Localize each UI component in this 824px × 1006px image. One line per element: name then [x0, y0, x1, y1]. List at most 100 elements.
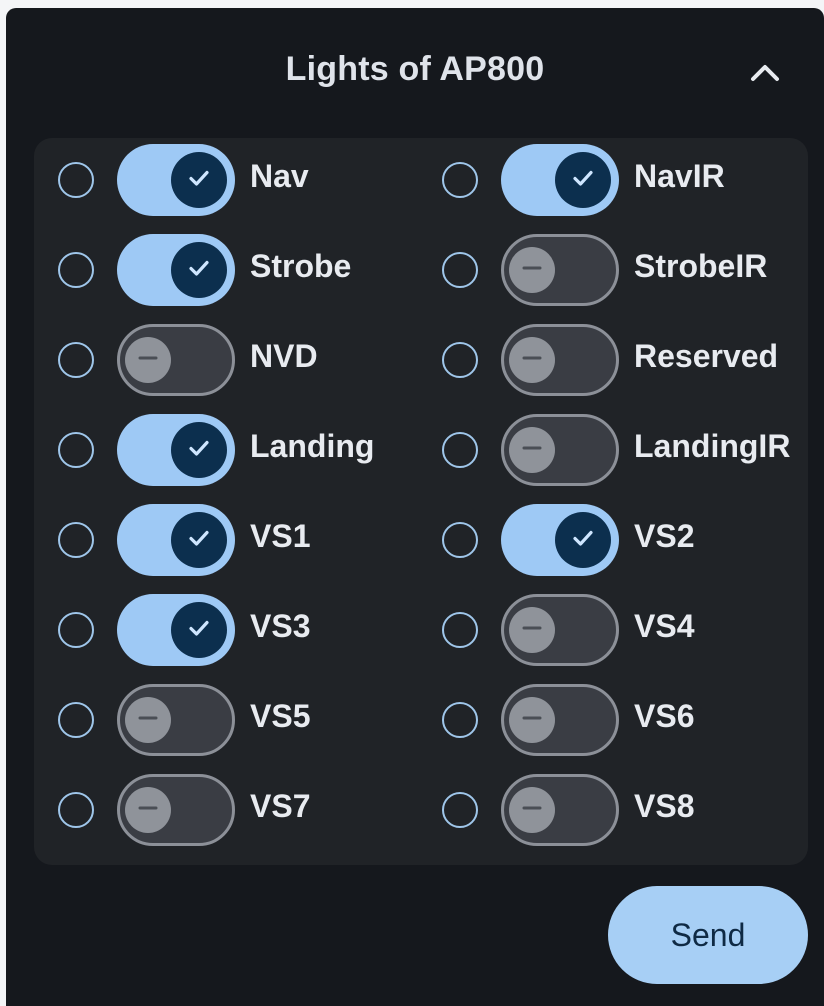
- light-label: Landing: [250, 428, 375, 464]
- light-select-radio[interactable]: [442, 792, 478, 828]
- light-toggle-strobe[interactable]: [117, 234, 235, 306]
- toggle-knob: [171, 152, 227, 208]
- toggle-knob: [171, 242, 227, 298]
- light-toggle-vs1[interactable]: [117, 504, 235, 576]
- light-select-radio[interactable]: [442, 702, 478, 738]
- check-icon: [184, 253, 214, 288]
- light-toggle-vs4[interactable]: [501, 594, 619, 666]
- panel-header: Lights of AP800: [6, 8, 824, 140]
- light-label: VS6: [634, 698, 695, 734]
- toggle-knob: [171, 602, 227, 658]
- light-label: Nav: [250, 158, 309, 194]
- light-select-radio[interactable]: [442, 252, 478, 288]
- toggle-knob: [509, 607, 555, 653]
- light-label: StrobeIR: [634, 248, 768, 284]
- light-item-vs5: VS5: [34, 682, 414, 762]
- light-label: NVD: [250, 338, 318, 374]
- toggle-knob: [509, 787, 555, 833]
- light-label: Reserved: [634, 338, 779, 374]
- check-icon: [184, 163, 214, 198]
- check-icon: [184, 433, 214, 468]
- light-select-radio[interactable]: [442, 432, 478, 468]
- light-select-radio[interactable]: [58, 162, 94, 198]
- light-label: VS3: [250, 608, 311, 644]
- toggle-knob: [171, 512, 227, 568]
- light-label: VS7: [250, 788, 311, 824]
- minus-icon: [519, 705, 545, 736]
- toggle-knob: [509, 427, 555, 473]
- light-select-radio[interactable]: [442, 342, 478, 378]
- minus-icon: [135, 705, 161, 736]
- light-toggle-navir[interactable]: [501, 144, 619, 216]
- light-label: VS2: [634, 518, 695, 554]
- light-label: VS1: [250, 518, 311, 554]
- light-item-vs2: VS2: [418, 502, 798, 582]
- light-toggle-vs6[interactable]: [501, 684, 619, 756]
- light-item-vs7: VS7: [34, 772, 414, 852]
- light-item-reserved: Reserved: [418, 322, 798, 402]
- light-item-vs4: VS4: [418, 592, 798, 672]
- toggle-knob: [555, 152, 611, 208]
- light-toggle-nav[interactable]: [117, 144, 235, 216]
- toggle-knob: [125, 787, 171, 833]
- send-button[interactable]: Send: [608, 886, 808, 984]
- light-toggle-strobeir[interactable]: [501, 234, 619, 306]
- collapse-chevron-up-icon[interactable]: [748, 60, 782, 84]
- toggle-knob: [555, 512, 611, 568]
- light-select-radio[interactable]: [442, 522, 478, 558]
- light-toggle-vs8[interactable]: [501, 774, 619, 846]
- light-toggle-vs7[interactable]: [117, 774, 235, 846]
- light-select-radio[interactable]: [58, 342, 94, 378]
- toggle-knob: [509, 247, 555, 293]
- minus-icon: [519, 435, 545, 466]
- light-toggle-vs3[interactable]: [117, 594, 235, 666]
- light-select-radio[interactable]: [58, 702, 94, 738]
- light-select-radio[interactable]: [58, 792, 94, 828]
- light-item-nav: Nav: [34, 142, 414, 222]
- toggle-knob: [125, 697, 171, 743]
- minus-icon: [519, 795, 545, 826]
- toggle-knob: [509, 697, 555, 743]
- light-item-vs6: VS6: [418, 682, 798, 762]
- light-toggle-nvd[interactable]: [117, 324, 235, 396]
- light-select-radio[interactable]: [442, 612, 478, 648]
- minus-icon: [135, 345, 161, 376]
- check-icon: [568, 163, 598, 198]
- light-select-radio[interactable]: [58, 252, 94, 288]
- minus-icon: [519, 255, 545, 286]
- light-label: VS8: [634, 788, 695, 824]
- light-item-strobe: Strobe: [34, 232, 414, 312]
- toggle-knob: [125, 337, 171, 383]
- light-item-vs8: VS8: [418, 772, 798, 852]
- light-select-radio[interactable]: [58, 432, 94, 468]
- check-icon: [568, 523, 598, 558]
- light-toggle-vs5[interactable]: [117, 684, 235, 756]
- light-toggle-reserved[interactable]: [501, 324, 619, 396]
- light-item-strobeir: StrobeIR: [418, 232, 798, 312]
- light-toggle-landing[interactable]: [117, 414, 235, 486]
- light-select-radio[interactable]: [58, 612, 94, 648]
- light-label: LandingIR: [634, 428, 791, 464]
- light-select-radio[interactable]: [442, 162, 478, 198]
- toggle-knob: [171, 422, 227, 478]
- light-item-vs1: VS1: [34, 502, 414, 582]
- light-item-vs3: VS3: [34, 592, 414, 672]
- light-item-navir: NavIR: [418, 142, 798, 222]
- light-item-landingir: LandingIR: [418, 412, 798, 492]
- light-label: Strobe: [250, 248, 352, 284]
- light-label: VS5: [250, 698, 311, 734]
- light-item-nvd: NVD: [34, 322, 414, 402]
- minus-icon: [135, 795, 161, 826]
- lights-panel: Lights of AP800 Nav NavIR Strobe StrobeIR NV…: [6, 8, 824, 1006]
- minus-icon: [519, 615, 545, 646]
- light-select-radio[interactable]: [58, 522, 94, 558]
- light-toggle-landingir[interactable]: [501, 414, 619, 486]
- lights-grid: Nav NavIR Strobe StrobeIR NVD Reserved Landing…: [34, 138, 808, 865]
- check-icon: [184, 523, 214, 558]
- light-label: VS4: [634, 608, 695, 644]
- light-label: NavIR: [634, 158, 725, 194]
- panel-title: Lights of AP800: [285, 50, 545, 88]
- minus-icon: [519, 345, 545, 376]
- light-toggle-vs2[interactable]: [501, 504, 619, 576]
- check-icon: [184, 613, 214, 648]
